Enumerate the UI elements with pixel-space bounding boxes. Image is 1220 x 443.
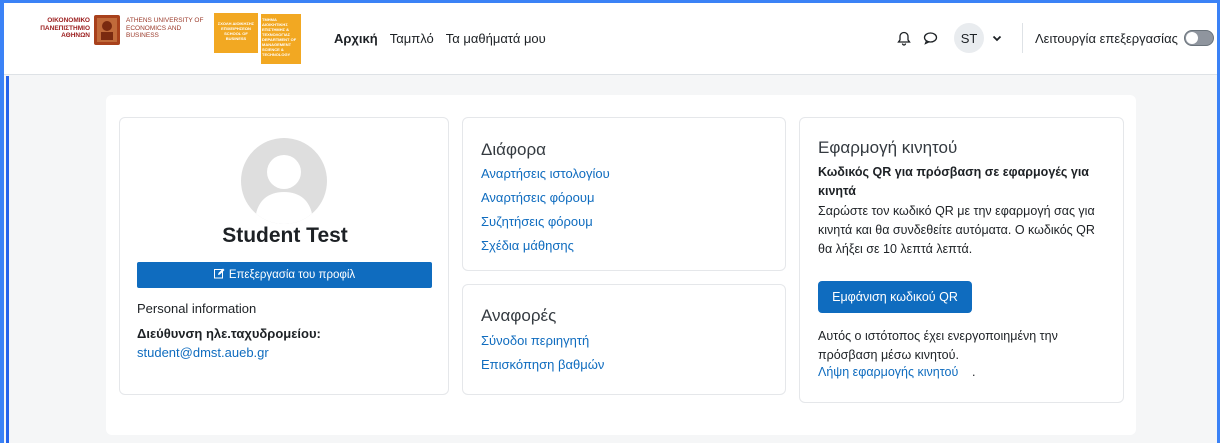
profile-card: Student Test Επεξεργασία του προφίλ Pers… xyxy=(119,117,449,395)
personal-information-heading: Personal information xyxy=(137,301,257,316)
qr-access-heading: Κωδικός QR για πρόσβαση σε εφαρμογές για… xyxy=(818,165,1089,198)
aueb-logo-english-text: ATHENS UNIVERSITY OF ECONOMICS AND BUSIN… xyxy=(126,17,206,40)
messages-chat-icon[interactable] xyxy=(920,28,940,48)
miscellaneous-card: Διάφορα Αναρτήσεις ιστολογίου Αναρτήσεις… xyxy=(462,117,786,271)
qr-description: Σαρώστε τον κωδικό QR με την εφαρμογή σα… xyxy=(818,204,1095,256)
notifications-bell-icon[interactable] xyxy=(894,28,914,48)
show-qr-code-button[interactable]: Εμφάνιση κωδικού QR xyxy=(818,281,972,313)
edit-mode-toggle[interactable] xyxy=(1183,30,1214,46)
aueb-logo-greek-text: ΟΙΚΟΝΟΜΙΚΟ ΠΑΝΕΠΙΣΤΗΜΙΟ ΑΘΗΝΩΝ xyxy=(40,17,90,39)
forum-discussions-link[interactable]: Συζητήσεις φόρουμ xyxy=(481,214,593,229)
edit-profile-label: Επεξεργασία του προφίλ xyxy=(228,269,356,281)
aueb-logo[interactable]: ΟΙΚΟΝΟΜΙΚΟ ΠΑΝΕΠΙΣΤΗΜΙΟ ΑΘΗΝΩΝ ATHENS UN… xyxy=(18,15,208,45)
grades-overview-link[interactable]: Επισκόπηση βαθμών xyxy=(481,357,604,372)
profile-full-name: Student Test xyxy=(222,224,348,247)
user-menu-toggle[interactable]: ST xyxy=(954,23,1002,53)
nav-dashboard[interactable]: Ταμπλό xyxy=(390,31,434,46)
mobile-app-card: Εφαρμογή κινητού Κωδικός QR για πρόσβαση… xyxy=(799,117,1124,403)
mobile-app-title: Εφαρμογή κινητού xyxy=(818,138,958,157)
primary-navigation: Αρχική Ταμπλό Τα μαθήματά μου xyxy=(334,31,546,46)
browser-sessions-link[interactable]: Σύνοδοι περιηγητή xyxy=(481,333,589,348)
learning-plans-link[interactable]: Σχέδια μάθησης xyxy=(481,238,574,253)
reports-card: Αναφορές Σύνοδοι περιηγητή Επισκόπηση βα… xyxy=(462,284,786,395)
aueb-seal-icon xyxy=(94,15,120,45)
blog-posts-link[interactable]: Αναρτήσεις ιστολογίου xyxy=(481,166,610,181)
school-logo-text: ΣΧΟΛΗ ΔΙΟΙΚΗΣΗΣ ΕΠΙΧΕΙΡΗΣΕΩΝ SCHOOL OF B… xyxy=(217,21,255,41)
forum-posts-link[interactable]: Αναρτήσεις φόρουμ xyxy=(481,190,595,205)
email-label: Διεύθυνση ηλε.ταχυδρομείου: xyxy=(137,326,321,341)
get-mobile-app-link[interactable]: Λήψη εφαρμογής κινητού xyxy=(818,365,958,379)
get-mobile-app-period: . xyxy=(972,365,976,379)
window-frame-inner xyxy=(6,76,9,443)
school-logo[interactable]: ΣΧΟΛΗ ΔΙΟΙΚΗΣΗΣ ΕΠΙΧΕΙΡΗΣΕΩΝ SCHOOL OF B… xyxy=(214,13,302,65)
user-tools: ST Λειτουργία επεξεργασίας xyxy=(894,23,1214,53)
nav-home[interactable]: Αρχική xyxy=(334,31,378,46)
department-logo-text: ΤΜΗΜΑ ΔΙΟΙΚΗΤΙΚΗΣ ΕΠΙΣΤΗΜΗΣ & ΤΕΧΝΟΛΟΓΙΑ… xyxy=(262,17,297,57)
reports-title: Αναφορές xyxy=(481,306,557,325)
nav-my-courses[interactable]: Τα μαθήματά μου xyxy=(446,31,546,46)
mobile-access-note: Αυτός ο ιστότοπος έχει ενεργοποιημένη τη… xyxy=(818,329,1058,362)
default-user-avatar-icon xyxy=(241,138,327,224)
miscellaneous-title: Διάφορα xyxy=(481,140,546,159)
aueb-english-line: ATHENS UNIVERSITY OF ECONOMICS AND BUSIN… xyxy=(126,17,204,39)
edit-pencil-icon xyxy=(213,268,225,282)
top-navbar: ΟΙΚΟΝΟΜΙΚΟ ΠΑΝΕΠΙΣΤΗΜΙΟ ΑΘΗΝΩΝ ATHENS UN… xyxy=(4,3,1217,75)
edit-profile-button[interactable]: Επεξεργασία του προφίλ xyxy=(137,262,432,288)
edit-mode-label: Λειτουργία επεξεργασίας xyxy=(1035,30,1178,46)
user-avatar: ST xyxy=(954,23,984,53)
email-link[interactable]: student@dmst.aueb.gr xyxy=(137,345,269,360)
chevron-down-icon xyxy=(992,29,1002,47)
navbar-divider xyxy=(1022,23,1023,53)
